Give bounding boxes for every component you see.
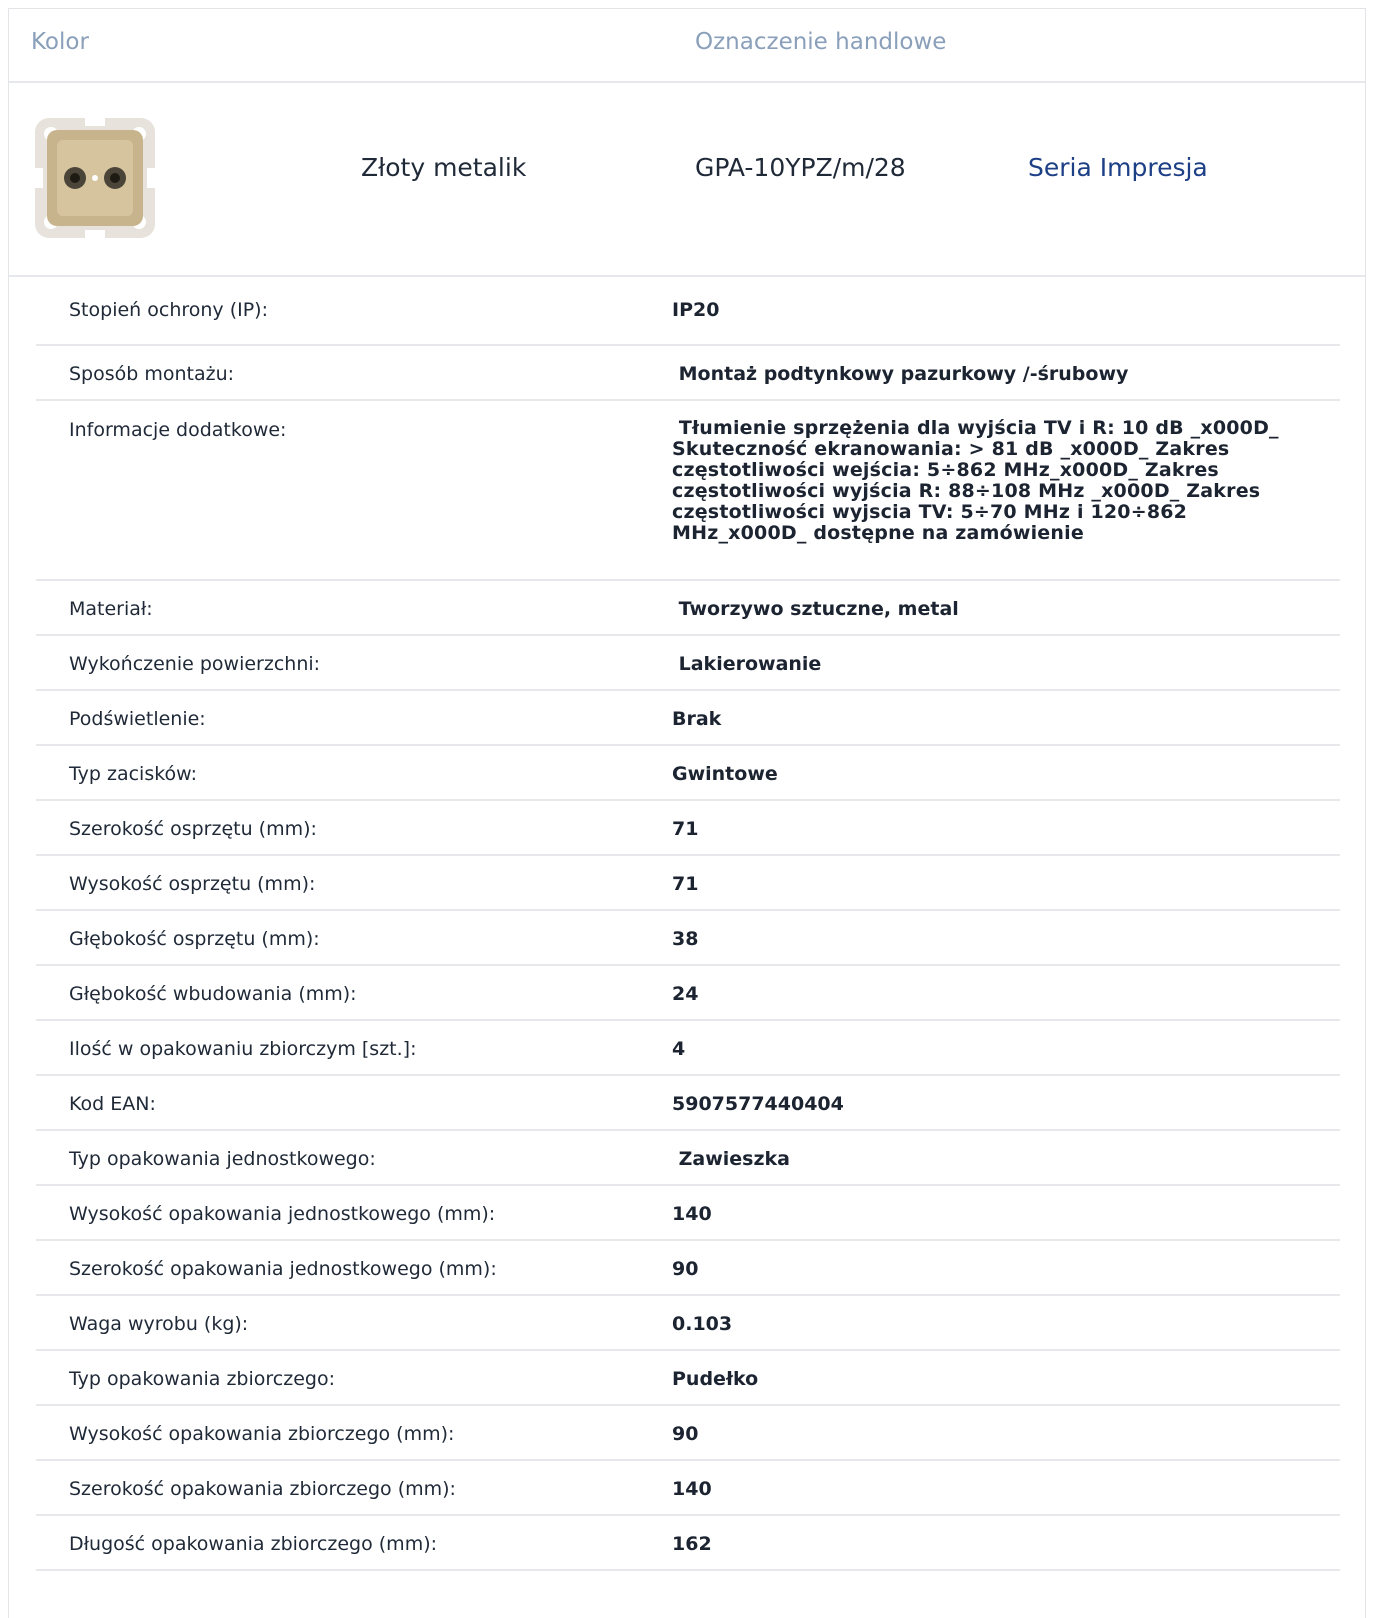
spec-value: 71 bbox=[672, 818, 699, 840]
spec-label: Podświetlenie: bbox=[69, 708, 206, 730]
spec-row: Kod EAN: 5907577440404 bbox=[36, 1076, 1340, 1131]
color-name: Złoty metalik bbox=[361, 153, 527, 182]
spec-value: Brak bbox=[672, 708, 722, 730]
spec-value: 140 bbox=[672, 1203, 712, 1225]
spec-value: Zawieszka bbox=[672, 1148, 790, 1170]
spec-label: Materiał: bbox=[69, 598, 153, 620]
spec-row: Wysokość osprzętu (mm): 71 bbox=[36, 856, 1340, 911]
spec-row: Waga wyrobu (kg): 0.103 bbox=[36, 1296, 1340, 1351]
spec-label: Wysokość osprzętu (mm): bbox=[69, 873, 316, 895]
spec-value: 90 bbox=[672, 1258, 699, 1280]
spec-row: Ilość w opakowaniu zbiorczym [szt.]: 4 bbox=[36, 1021, 1340, 1076]
spec-label: Typ opakowania jednostkowego: bbox=[69, 1148, 376, 1170]
spec-row: Szerokość opakowania jednostkowego (mm):… bbox=[36, 1241, 1340, 1296]
spec-row: Typ opakowania zbiorczego: Pudełko bbox=[36, 1351, 1340, 1406]
spec-value: 90 bbox=[672, 1423, 699, 1445]
spec-label: Szerokość opakowania jednostkowego (mm): bbox=[69, 1258, 497, 1280]
table-header: Kolor Oznaczenie handlowe bbox=[9, 9, 1365, 83]
spec-label: Szerokość osprzętu (mm): bbox=[69, 818, 317, 840]
socket-thumbnail-icon bbox=[35, 118, 155, 238]
spec-label: Informacje dodatkowe: bbox=[69, 419, 287, 441]
spec-label: Waga wyrobu (kg): bbox=[69, 1313, 249, 1335]
spec-value: 162 bbox=[672, 1533, 712, 1555]
spec-value: 0.103 bbox=[672, 1313, 733, 1335]
spec-label: Typ zacisków: bbox=[69, 763, 198, 785]
kolor-column-header: Kolor bbox=[31, 29, 89, 55]
spec-value: 5907577440404 bbox=[672, 1093, 844, 1115]
spec-value: 24 bbox=[672, 983, 699, 1005]
spec-label: Sposób montażu: bbox=[69, 363, 235, 385]
specifications-table: Stopień ochrony (IP): IP20 Sposób montażu:… bbox=[36, 266, 1340, 1571]
spec-value: Lakierowanie bbox=[672, 653, 822, 675]
spec-row: Głębokość wbudowania (mm): 24 bbox=[36, 966, 1340, 1021]
trade-name-column-header: Oznaczenie handlowe bbox=[695, 29, 947, 55]
spec-label: Kod EAN: bbox=[69, 1093, 156, 1115]
spec-row: Długość opakowania zbiorczego (mm): 162 bbox=[36, 1516, 1340, 1571]
spec-label: Wykończenie powierzchni: bbox=[69, 653, 321, 675]
spec-label: Typ opakowania zbiorczego: bbox=[69, 1368, 335, 1390]
spec-row: Typ zacisków: Gwintowe bbox=[36, 746, 1340, 801]
spec-row: Wysokość opakowania zbiorczego (mm): 90 bbox=[36, 1406, 1340, 1461]
trade-code: GPA-10YPZ/m/28 bbox=[695, 153, 906, 182]
spec-label: Stopień ochrony (IP): bbox=[69, 299, 268, 321]
spec-row: Głębokość osprzętu (mm): 38 bbox=[36, 911, 1340, 966]
spec-value: 38 bbox=[672, 928, 699, 950]
spec-label: Ilość w opakowaniu zbiorczym [szt.]: bbox=[69, 1038, 417, 1060]
spec-value: Tworzywo sztuczne, metal bbox=[672, 598, 959, 620]
spec-row: Sposób montażu: Montaż podtynkowy pazurk… bbox=[36, 346, 1340, 401]
spec-row: Informacje dodatkowe: Tłumienie sprzężen… bbox=[36, 401, 1340, 581]
spec-row: Stopień ochrony (IP): IP20 bbox=[36, 266, 1340, 346]
spec-label: Wysokość opakowania zbiorczego (mm): bbox=[69, 1423, 455, 1445]
spec-value: Montaż podtynkowy pazurkowy /-śrubowy bbox=[672, 363, 1129, 385]
spec-row: Typ opakowania jednostkowego: Zawieszka bbox=[36, 1131, 1340, 1186]
spec-value: Tłumienie sprzężenia dla wyjścia TV i R:… bbox=[672, 417, 1286, 544]
spec-row: Wykończenie powierzchni: Lakierowanie bbox=[36, 636, 1340, 691]
spec-label: Szerokość opakowania zbiorczego (mm): bbox=[69, 1478, 456, 1500]
spec-label: Głębokość wbudowania (mm): bbox=[69, 983, 357, 1005]
spec-row: Materiał: Tworzywo sztuczne, metal bbox=[36, 581, 1340, 636]
spec-value: IP20 bbox=[672, 299, 720, 321]
spec-label: Głębokość osprzętu (mm): bbox=[69, 928, 320, 950]
spec-label: Wysokość opakowania jednostkowego (mm): bbox=[69, 1203, 496, 1225]
spec-row: Szerokość osprzętu (mm): 71 bbox=[36, 801, 1340, 856]
spec-value: 71 bbox=[672, 873, 699, 895]
spec-row: Wysokość opakowania jednostkowego (mm): 1… bbox=[36, 1186, 1340, 1241]
spec-row: Podświetlenie: Brak bbox=[36, 691, 1340, 746]
spec-value: Pudełko bbox=[672, 1368, 759, 1390]
spec-value: 140 bbox=[672, 1478, 712, 1500]
spec-value: 4 bbox=[672, 1038, 686, 1060]
product-row: Złoty metalik GPA-10YPZ/m/28 Seria Impre… bbox=[9, 81, 1365, 277]
spec-row: Szerokość opakowania zbiorczego (mm): 140 bbox=[36, 1461, 1340, 1516]
spec-label: Długość opakowania zbiorczego (mm): bbox=[69, 1533, 438, 1555]
spec-value: Gwintowe bbox=[672, 763, 778, 785]
series-link[interactable]: Seria Impresja bbox=[1028, 153, 1208, 182]
